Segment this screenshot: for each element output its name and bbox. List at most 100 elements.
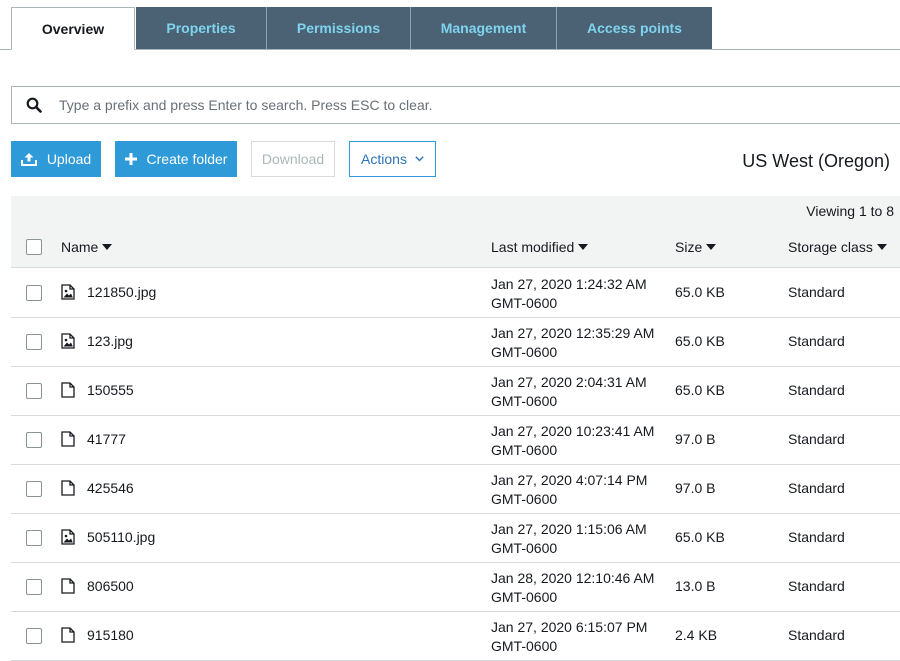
file-name[interactable]: 41777: [87, 431, 126, 447]
file-name[interactable]: 505110.jpg: [87, 529, 155, 545]
last-modified-date: Jan 27, 2020 10:23:41 AM: [491, 423, 655, 439]
last-modified-timezone: GMT-0600: [491, 491, 558, 507]
file-name[interactable]: 425546: [87, 480, 134, 496]
last-modified-date: Jan 27, 2020 6:15:07 PM: [491, 619, 648, 635]
download-label: Download: [261, 151, 325, 167]
column-name-label: Name: [61, 239, 99, 255]
actions-dropdown[interactable]: Actions: [349, 141, 436, 177]
pagination-bar: Viewing 1 to 8: [11, 196, 900, 228]
create-folder-button[interactable]: Create folder: [115, 141, 237, 177]
column-size[interactable]: Size: [675, 239, 717, 255]
file-name-cell[interactable]: 150555: [61, 382, 134, 398]
size-cell: 97.0 B: [675, 431, 716, 447]
search-icon: [23, 94, 45, 116]
storage-class-cell: Standard: [788, 480, 845, 496]
table-row[interactable]: 121850.jpg Jan 27, 2020 1:24:32 AM GMT-060…: [11, 269, 900, 318]
column-storage-class[interactable]: Storage class: [788, 239, 887, 255]
actions-label: Actions: [361, 151, 407, 167]
search-box: [11, 86, 900, 124]
table-row[interactable]: 806500 Jan 28, 2020 12:10:46 AM GMT-0600 13…: [11, 563, 900, 612]
sort-caret-icon: [706, 244, 717, 250]
file-name-cell[interactable]: 425546: [61, 480, 134, 496]
row-checkbox[interactable]: [26, 383, 42, 399]
file-icon: [61, 431, 75, 447]
file-name[interactable]: 915180: [87, 627, 134, 643]
search-input[interactable]: [57, 96, 761, 114]
viewing-count: Viewing 1 to 8: [806, 203, 894, 219]
last-modified-date: Jan 27, 2020 12:35:29 AM: [491, 325, 655, 341]
upload-button[interactable]: Upload: [11, 141, 101, 177]
size-cell: 65.0 KB: [675, 284, 725, 300]
last-modified-timezone: GMT-0600: [491, 589, 558, 605]
last-modified-date: Jan 27, 2020 2:04:31 AM: [491, 374, 647, 390]
column-name[interactable]: Name: [61, 239, 113, 255]
file-name[interactable]: 806500: [87, 578, 134, 594]
row-checkbox[interactable]: [26, 628, 42, 644]
last-modified-timezone: GMT-0600: [491, 344, 558, 360]
download-button[interactable]: Download: [251, 141, 335, 177]
file-icon: [61, 627, 75, 643]
create-folder-label: Create folder: [146, 151, 228, 167]
last-modified-cell: Jan 27, 2020 1:24:32 AM GMT-0600: [491, 275, 647, 313]
last-modified-cell: Jan 27, 2020 6:15:07 PM GMT-0600: [491, 618, 647, 656]
upload-label: Upload: [46, 151, 92, 167]
sort-caret-icon: [876, 244, 887, 250]
table-row[interactable]: 915180 Jan 27, 2020 6:15:07 PM GMT-0600 2.4…: [11, 612, 900, 661]
file-name-cell[interactable]: 123.jpg: [61, 333, 133, 349]
image-file-icon: [61, 333, 75, 349]
tab-properties[interactable]: Properties: [136, 7, 267, 49]
size-cell: 65.0 KB: [675, 333, 725, 349]
image-file-icon: [61, 529, 75, 545]
size-cell: 2.4 KB: [675, 627, 718, 643]
table-row[interactable]: 150555 Jan 27, 2020 2:04:31 AM GMT-0600 65.…: [11, 367, 900, 416]
row-checkbox[interactable]: [26, 530, 42, 546]
tab-management[interactable]: Management: [411, 7, 557, 49]
table-row[interactable]: 425546 Jan 27, 2020 4:07:14 PM GMT-0600 97.…: [11, 465, 900, 514]
file-icon: [61, 578, 75, 594]
table-row[interactable]: 123.jpg Jan 27, 2020 12:35:29 AM GMT-0600 6…: [11, 318, 900, 367]
file-name-cell[interactable]: 806500: [61, 578, 134, 594]
size-cell: 65.0 KB: [675, 529, 725, 545]
file-name[interactable]: 123.jpg: [87, 333, 133, 349]
sort-caret-icon: [102, 244, 113, 250]
row-checkbox[interactable]: [26, 481, 42, 497]
file-name-cell[interactable]: 505110.jpg: [61, 529, 155, 545]
file-name[interactable]: 121850.jpg: [87, 284, 156, 300]
tab-baseline: [0, 49, 900, 50]
upload-icon: [20, 152, 37, 166]
file-name-cell[interactable]: 41777: [61, 431, 126, 447]
table-row[interactable]: 505110.jpg Jan 27, 2020 1:15:06 AM GMT-060…: [11, 514, 900, 563]
last-modified-cell: Jan 27, 2020 10:23:41 AM GMT-0600: [491, 422, 654, 460]
chevron-down-icon: [415, 156, 424, 162]
size-cell: 97.0 B: [675, 480, 716, 496]
file-name-cell[interactable]: 915180: [61, 627, 134, 643]
last-modified-timezone: GMT-0600: [491, 393, 558, 409]
select-all-checkbox[interactable]: [26, 239, 42, 255]
last-modified-cell: Jan 27, 2020 12:35:29 AM GMT-0600: [491, 324, 654, 362]
last-modified-timezone: GMT-0600: [491, 638, 558, 654]
table-row[interactable]: 41777 Jan 27, 2020 10:23:41 AM GMT-0600 97.…: [11, 416, 900, 465]
size-cell: 13.0 B: [675, 578, 716, 594]
region-label: US West (Oregon): [742, 151, 890, 171]
file-name[interactable]: 150555: [87, 382, 134, 398]
row-checkbox[interactable]: [26, 579, 42, 595]
storage-class-cell: Standard: [788, 578, 845, 594]
column-size-label: Size: [675, 239, 703, 255]
last-modified-date: Jan 28, 2020 12:10:46 AM: [491, 570, 655, 586]
last-modified-cell: Jan 27, 2020 4:07:14 PM GMT-0600: [491, 471, 647, 509]
file-name-cell[interactable]: 121850.jpg: [61, 284, 156, 300]
tab-permissions[interactable]: Permissions: [267, 7, 411, 49]
row-checkbox[interactable]: [26, 285, 42, 301]
tab-overview[interactable]: Overview: [11, 7, 135, 50]
file-icon: [61, 382, 75, 398]
last-modified-date: Jan 27, 2020 4:07:14 PM: [491, 472, 648, 488]
storage-class-cell: Standard: [788, 431, 845, 447]
last-modified-timezone: GMT-0600: [491, 295, 558, 311]
column-storage-class-label: Storage class: [788, 239, 873, 255]
row-checkbox[interactable]: [26, 334, 42, 350]
column-last-modified[interactable]: Last modified: [491, 239, 589, 255]
row-checkbox[interactable]: [26, 432, 42, 448]
table-header: Name Last modified Size Storage class: [11, 228, 900, 268]
tab-access-points[interactable]: Access points: [557, 7, 712, 49]
image-file-icon: [61, 284, 75, 300]
